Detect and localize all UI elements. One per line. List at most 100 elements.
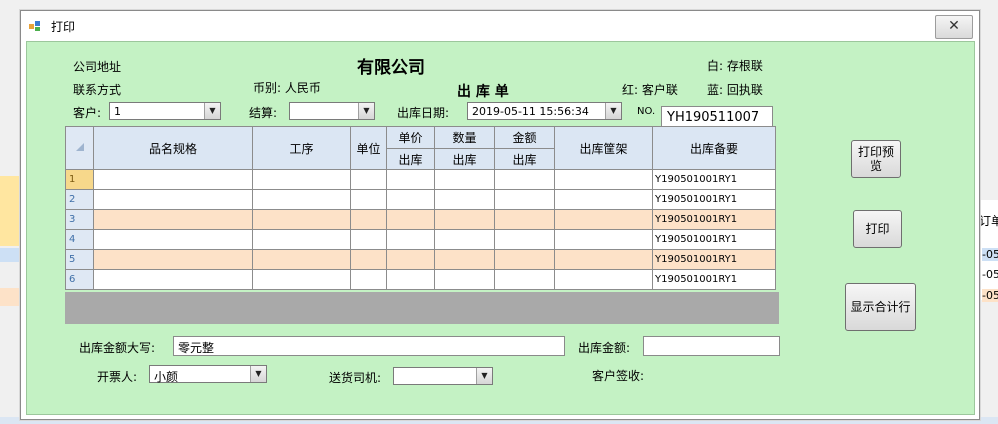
column-header-amount[interactable]: 金额 bbox=[494, 126, 555, 149]
row-header[interactable]: 4 bbox=[65, 229, 94, 250]
table-row[interactable]: 1 Y190501001RY1 bbox=[65, 169, 776, 190]
cell-name[interactable] bbox=[93, 269, 253, 290]
cell-shelf[interactable] bbox=[554, 169, 653, 190]
cell-shelf[interactable] bbox=[554, 229, 653, 250]
cell-qty[interactable] bbox=[434, 249, 495, 270]
cell-price[interactable] bbox=[386, 169, 435, 190]
column-header-remark[interactable]: 出库备要 bbox=[652, 126, 776, 170]
column-subheader-qty-out[interactable]: 出库 bbox=[434, 148, 495, 170]
issuer-select[interactable]: 小颜 ▼ bbox=[149, 365, 267, 384]
cell-qty[interactable] bbox=[434, 209, 495, 230]
cell-shelf[interactable] bbox=[554, 189, 653, 210]
cell-process[interactable] bbox=[252, 269, 351, 290]
cell-price[interactable] bbox=[386, 229, 435, 250]
row-header[interactable]: 3 bbox=[65, 209, 94, 230]
grid-corner[interactable] bbox=[65, 126, 94, 170]
column-subheader-amount-out[interactable]: 出库 bbox=[494, 148, 555, 170]
chevron-down-icon[interactable]: ▼ bbox=[476, 368, 492, 384]
cell-amount[interactable] bbox=[494, 269, 555, 290]
column-header-qty[interactable]: 数量 bbox=[434, 126, 495, 149]
print-button[interactable]: 打印 bbox=[853, 210, 902, 248]
window-title: 打印 bbox=[51, 20, 76, 34]
cell-remark[interactable]: Y190501001RY1 bbox=[652, 189, 776, 210]
column-header-process[interactable]: 工序 bbox=[252, 126, 351, 170]
show-total-button[interactable]: 显示合计行 bbox=[845, 283, 916, 331]
cell-qty[interactable] bbox=[434, 229, 495, 250]
column-header-name[interactable]: 品名规格 bbox=[93, 126, 253, 170]
cell-process[interactable] bbox=[252, 209, 351, 230]
cell-qty[interactable] bbox=[434, 169, 495, 190]
cell-remark[interactable]: Y190501001RY1 bbox=[652, 269, 776, 290]
background-right-cell: -05 bbox=[982, 289, 998, 302]
print-preview-button[interactable]: 打印预览 bbox=[851, 140, 901, 178]
cell-amount[interactable] bbox=[494, 209, 555, 230]
cell-unit[interactable] bbox=[350, 249, 387, 270]
table-row[interactable]: 5 Y190501001RY1 bbox=[65, 249, 776, 270]
cell-name[interactable] bbox=[93, 229, 253, 250]
cell-process[interactable] bbox=[252, 229, 351, 250]
chevron-down-icon[interactable]: ▼ bbox=[605, 103, 621, 119]
column-subheader-price-out[interactable]: 出库 bbox=[386, 148, 435, 170]
cell-unit[interactable] bbox=[350, 209, 387, 230]
background-right-cell: -05 bbox=[982, 268, 998, 281]
cell-price[interactable] bbox=[386, 269, 435, 290]
column-header-shelf[interactable]: 出库筐架 bbox=[554, 126, 653, 170]
customer-select[interactable]: 1 ▼ bbox=[109, 102, 221, 120]
table-row[interactable]: 4 Y190501001RY1 bbox=[65, 229, 776, 250]
table-row[interactable]: 6 Y190501001RY1 bbox=[65, 269, 776, 290]
document-title: 出 库 单 bbox=[457, 84, 509, 100]
chevron-down-icon[interactable]: ▼ bbox=[250, 366, 266, 382]
cell-process[interactable] bbox=[252, 189, 351, 210]
cell-shelf[interactable] bbox=[554, 209, 653, 230]
title-bar[interactable]: 打印 ✕ bbox=[21, 11, 979, 41]
cell-amount[interactable] bbox=[494, 169, 555, 190]
cell-unit[interactable] bbox=[350, 229, 387, 250]
cell-qty[interactable] bbox=[434, 189, 495, 210]
cell-shelf[interactable] bbox=[554, 269, 653, 290]
cell-remark[interactable]: Y190501001RY1 bbox=[652, 209, 776, 230]
copy-white-label: 白: 存根联 bbox=[707, 59, 763, 73]
cell-name[interactable] bbox=[93, 209, 253, 230]
driver-select[interactable]: ▼ bbox=[393, 367, 493, 385]
row-header[interactable]: 1 bbox=[65, 169, 94, 190]
date-value: 2019-05-11 15:56:34 bbox=[472, 105, 589, 118]
row-header[interactable]: 6 bbox=[65, 269, 94, 290]
cell-price[interactable] bbox=[386, 249, 435, 270]
cell-remark[interactable]: Y190501001RY1 bbox=[652, 229, 776, 250]
cell-price[interactable] bbox=[386, 189, 435, 210]
chevron-down-icon[interactable]: ▼ bbox=[358, 103, 374, 119]
cell-name[interactable] bbox=[93, 169, 253, 190]
table-row[interactable]: 2 Y190501001RY1 bbox=[65, 189, 776, 210]
column-header-unit[interactable]: 单位 bbox=[350, 126, 387, 170]
cell-name[interactable] bbox=[93, 189, 253, 210]
row-header[interactable]: 5 bbox=[65, 249, 94, 270]
cell-remark[interactable]: Y190501001RY1 bbox=[652, 169, 776, 190]
amount-field[interactable] bbox=[643, 336, 780, 356]
date-picker[interactable]: 2019-05-11 15:56:34 ▼ bbox=[467, 102, 622, 120]
column-header-price[interactable]: 单价 bbox=[386, 126, 435, 149]
print-preview-label: 打印预览 bbox=[857, 145, 894, 173]
cell-process[interactable] bbox=[252, 249, 351, 270]
chevron-down-icon[interactable]: ▼ bbox=[204, 103, 220, 119]
cell-unit[interactable] bbox=[350, 189, 387, 210]
row-header[interactable]: 2 bbox=[65, 189, 94, 210]
date-label: 出库日期: bbox=[397, 106, 450, 120]
settlement-select[interactable]: ▼ bbox=[289, 102, 375, 120]
cell-price[interactable] bbox=[386, 209, 435, 230]
amount-words-field[interactable]: 零元整 bbox=[173, 336, 565, 356]
cell-name[interactable] bbox=[93, 249, 253, 270]
cell-amount[interactable] bbox=[494, 249, 555, 270]
cell-process[interactable] bbox=[252, 169, 351, 190]
background-left-peach bbox=[0, 288, 20, 306]
cell-amount[interactable] bbox=[494, 229, 555, 250]
order-number-field[interactable]: YH190511007 bbox=[661, 106, 773, 128]
table-row[interactable]: 3 Y190501001RY1 bbox=[65, 209, 776, 230]
cell-qty[interactable] bbox=[434, 269, 495, 290]
background-left-strip bbox=[0, 176, 20, 246]
cell-unit[interactable] bbox=[350, 269, 387, 290]
cell-shelf[interactable] bbox=[554, 249, 653, 270]
close-button[interactable]: ✕ bbox=[935, 15, 973, 39]
cell-remark[interactable]: Y190501001RY1 bbox=[652, 249, 776, 270]
cell-amount[interactable] bbox=[494, 189, 555, 210]
cell-unit[interactable] bbox=[350, 169, 387, 190]
